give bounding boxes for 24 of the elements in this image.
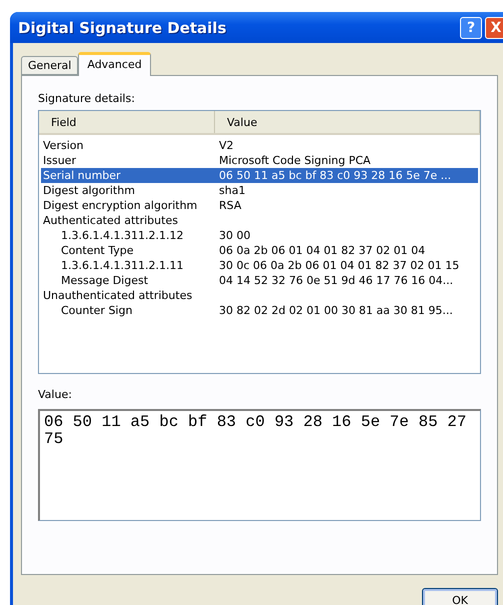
table-row[interactable]: Message Digest 04 14 52 32 76 0e 51 9d 46 17 76 16 04... [41,273,478,288]
table-row[interactable]: Unauthenticated attributes [41,288,478,303]
table-row[interactable]: Counter Sign 30 82 02 2d 02 01 00 30 81 aa 30 81 95... [41,303,478,318]
table-row[interactable]: Version V2 [41,138,478,153]
table-row[interactable]: Content Type 06 0a 2b 06 01 04 01 82 37 02 01 04 [41,243,478,258]
table-row[interactable]: 1.3.6.1.4.1.311.2.1.11 30 0c 06 0a 2b 06 01 04 01 82 37 02 01 15 [41,258,478,273]
value-label: Value: [38,388,73,401]
tab[interactable]: Advanced [78,52,151,76]
ok-button[interactable]: OK [422,588,498,605]
window-title: Digital Signature Details [18,18,228,36]
close-button[interactable]: X [485,16,503,38]
column-header[interactable]: Value [215,111,480,133]
column-header[interactable]: Field [39,111,215,133]
value-field[interactable]: 06 50 11 a5 bc bf 83 c0 93 28 16 5e 7e 85 27 75 [38,409,481,521]
tab[interactable]: General [21,56,78,75]
table-row[interactable]: Serial number 06 50 11 a5 bc bf 83 c0 93 28 16 5e 7e ... [41,168,478,183]
help-button[interactable]: ? [460,16,482,38]
table-row[interactable]: Authenticated attributes [41,213,478,228]
table-row[interactable]: Issuer Microsoft Code Signing PCA [41,153,478,168]
table-row[interactable]: Digest algorithm sha1 [41,183,478,198]
table-row[interactable]: 1.3.6.1.4.1.311.2.1.12 30 00 [41,228,478,243]
details-list[interactable] [38,110,481,374]
table-row[interactable]: Digest encryption algorithm RSA [41,198,478,213]
section-label: Signature details: [38,92,136,105]
